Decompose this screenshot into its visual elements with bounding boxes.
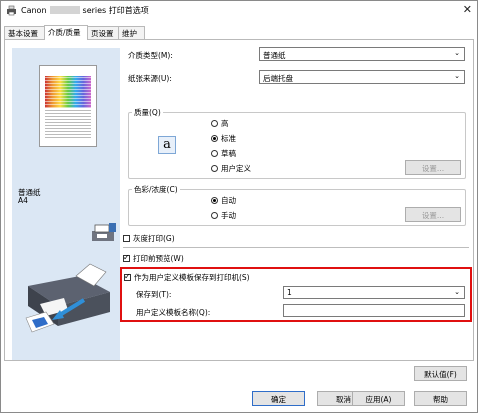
redacted-model-name bbox=[49, 6, 80, 14]
quality-custom-label: 用户定义 bbox=[221, 164, 251, 173]
quality-standard-radio[interactable]: 标准 bbox=[211, 133, 236, 144]
quality-legend: 质量(Q) bbox=[132, 107, 163, 118]
color-auto-radio[interactable]: 自动 bbox=[211, 195, 236, 206]
preview-pane: 普通纸 A4 bbox=[12, 48, 120, 360]
quality-settings-button[interactable]: 设置... bbox=[405, 160, 461, 175]
title-brand: Canon bbox=[21, 6, 47, 15]
title-bar: Canon series 打印首选项 ✕ bbox=[1, 1, 477, 20]
printer-illustration bbox=[25, 263, 110, 333]
grayscale-label: 灰度打印(G) bbox=[133, 234, 175, 243]
radio-button bbox=[211, 120, 218, 127]
printing-preferences-window: Canon series 打印首选项 ✕ 基本设置 介质/质量 页设置 维护 普通… bbox=[0, 0, 478, 413]
radio-button-selected bbox=[211, 197, 218, 204]
paper-source-icon bbox=[92, 223, 116, 241]
media-type-value: 普通纸 bbox=[263, 51, 286, 60]
chevron-down-icon: ⌄ bbox=[454, 72, 460, 80]
ok-button[interactable]: 确定 bbox=[252, 391, 305, 406]
color-bars-image bbox=[45, 76, 91, 108]
checkbox-box bbox=[123, 235, 130, 242]
page-preview-image bbox=[39, 65, 97, 147]
defaults-button[interactable]: 默认值(F) bbox=[414, 366, 467, 381]
close-button[interactable]: ✕ bbox=[463, 3, 472, 16]
print-preview-label: 打印前预览(W) bbox=[133, 254, 184, 263]
color-settings-button[interactable]: 设置... bbox=[405, 207, 461, 222]
template-name-input[interactable] bbox=[283, 304, 465, 317]
color-intensity-legend: 色彩/浓度(C) bbox=[132, 184, 180, 195]
tab-maintenance[interactable]: 维护 bbox=[118, 26, 145, 39]
paper-source-value: 后端托盘 bbox=[263, 74, 293, 83]
quality-draft-radio[interactable]: 草稿 bbox=[211, 148, 236, 159]
radio-button bbox=[211, 150, 218, 157]
quality-high-radio[interactable]: 高 bbox=[211, 118, 229, 129]
radio-button bbox=[211, 165, 218, 172]
print-quality-icon: a bbox=[158, 136, 176, 154]
preview-paper-size: A4 bbox=[18, 196, 28, 205]
radio-button bbox=[211, 212, 218, 219]
save-custom-template-checkbox[interactable]: 作为用户定义模板保存到打印机(S) bbox=[124, 272, 250, 283]
chevron-down-icon: ⌄ bbox=[454, 49, 460, 57]
checkbox-box-checked bbox=[124, 272, 131, 281]
tab-basic-settings[interactable]: 基本设置 bbox=[4, 26, 45, 39]
tab-strip: 基本设置 介质/质量 页设置 维护 bbox=[4, 25, 474, 40]
window-title: Canon series 打印首选项 bbox=[21, 5, 149, 16]
checkbox-box-checked bbox=[123, 253, 130, 262]
color-manual-label: 手动 bbox=[221, 211, 236, 220]
save-to-label: 保存到(T): bbox=[136, 290, 172, 299]
divider bbox=[123, 247, 469, 248]
title-text: series 打印首选项 bbox=[82, 6, 149, 15]
quality-high-label: 高 bbox=[221, 119, 229, 128]
text-lines-image bbox=[45, 110, 91, 138]
tab-page-setup[interactable]: 页设置 bbox=[87, 26, 119, 39]
save-to-select[interactable]: 1 ⌄ bbox=[283, 286, 465, 299]
color-manual-radio[interactable]: 手动 bbox=[211, 210, 236, 221]
save-custom-template-label: 作为用户定义模板保存到打印机(S) bbox=[134, 273, 250, 282]
help-button[interactable]: 帮助 bbox=[414, 391, 467, 406]
apply-button[interactable]: 应用(A) bbox=[352, 391, 405, 406]
printer-app-icon bbox=[7, 5, 16, 16]
save-to-value: 1 bbox=[287, 288, 292, 297]
media-type-label: 介质类型(M): bbox=[128, 51, 173, 60]
paper-source-select[interactable]: 后端托盘 ⌄ bbox=[259, 70, 465, 84]
chevron-down-icon: ⌄ bbox=[454, 288, 460, 296]
print-preview-checkbox[interactable]: 打印前预览(W) bbox=[123, 253, 184, 264]
quality-standard-label: 标准 bbox=[221, 134, 236, 143]
media-type-select[interactable]: 普通纸 ⌄ bbox=[259, 47, 465, 61]
tab-media-quality[interactable]: 介质/质量 bbox=[44, 25, 88, 40]
quality-custom-radio[interactable]: 用户定义 bbox=[211, 163, 251, 174]
paper-source-label: 纸张来源(U): bbox=[128, 74, 172, 83]
quality-draft-label: 草稿 bbox=[221, 149, 236, 158]
color-auto-label: 自动 bbox=[221, 196, 236, 205]
grayscale-checkbox[interactable]: 灰度打印(G) bbox=[123, 233, 175, 244]
radio-button-selected bbox=[211, 135, 218, 142]
template-name-label: 用户定义模板名称(Q): bbox=[136, 308, 211, 317]
